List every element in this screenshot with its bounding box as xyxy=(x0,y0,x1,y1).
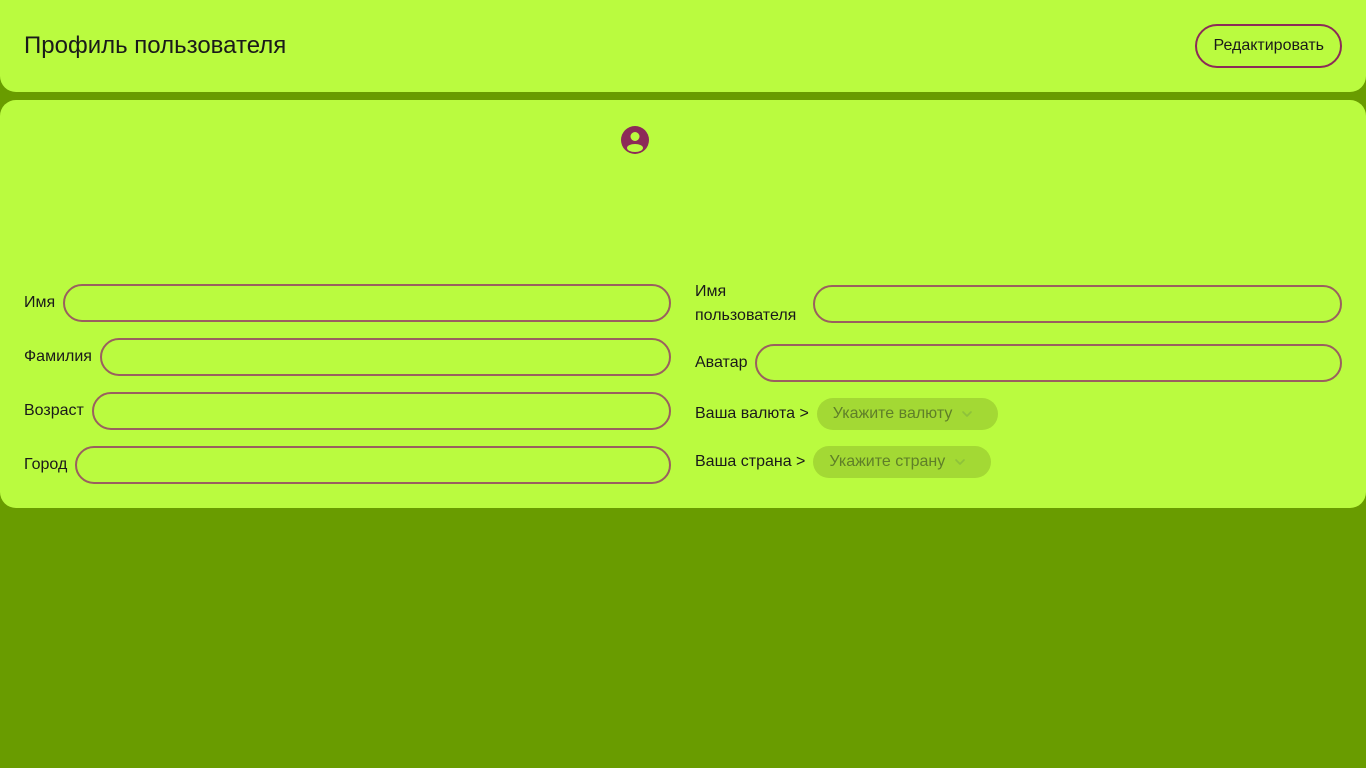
first-name-input[interactable] xyxy=(63,284,671,322)
edit-button[interactable]: Редактировать xyxy=(1195,24,1342,68)
currency-select[interactable]: Укажите валюту xyxy=(816,398,999,430)
country-row: Ваша страна > Укажите страну xyxy=(695,446,1342,478)
country-select-placeholder: Укажите страну xyxy=(829,453,946,470)
page-header: Профиль пользователя Редактировать xyxy=(0,0,1366,92)
last-name-input[interactable] xyxy=(99,338,671,376)
city-row: Город xyxy=(24,446,671,484)
age-row: Возраст xyxy=(24,392,671,430)
first-name-row: Имя xyxy=(24,284,671,322)
chevron-down-icon xyxy=(962,411,973,417)
username-row: Имя пользователя xyxy=(695,280,1342,328)
account-fields: Имя пользователя Аватар Ваша валюта > Ук… xyxy=(695,283,1342,494)
city-input[interactable] xyxy=(75,446,671,484)
profile-card: Имя Фамилия Возраст Город Имя пользовате… xyxy=(0,100,1366,508)
currency-label: Ваша валюта > xyxy=(695,405,809,422)
personal-fields: Имя Фамилия Возраст Город xyxy=(24,284,671,500)
country-select[interactable]: Укажите страну xyxy=(813,446,992,478)
currency-select-placeholder: Укажите валюту xyxy=(832,405,953,422)
age-input[interactable] xyxy=(91,392,671,430)
first-name-label: Имя xyxy=(24,294,56,311)
page-title: Профиль пользователя xyxy=(24,32,287,59)
currency-row: Ваша валюта > Укажите валюту xyxy=(695,398,1342,430)
age-label: Возраст xyxy=(24,402,84,419)
city-label: Город xyxy=(24,456,68,473)
avatar-input[interactable] xyxy=(755,344,1342,382)
user-circle-icon xyxy=(621,126,649,154)
username-label: Имя пользователя xyxy=(695,283,797,324)
last-name-label: Фамилия xyxy=(24,348,92,365)
country-label: Ваша страна > xyxy=(695,453,806,470)
username-input[interactable] xyxy=(813,285,1342,323)
chevron-down-icon xyxy=(955,459,966,465)
avatar-row: Аватар xyxy=(695,344,1342,382)
last-name-row: Фамилия xyxy=(24,338,671,376)
avatar-label: Аватар xyxy=(695,354,748,371)
